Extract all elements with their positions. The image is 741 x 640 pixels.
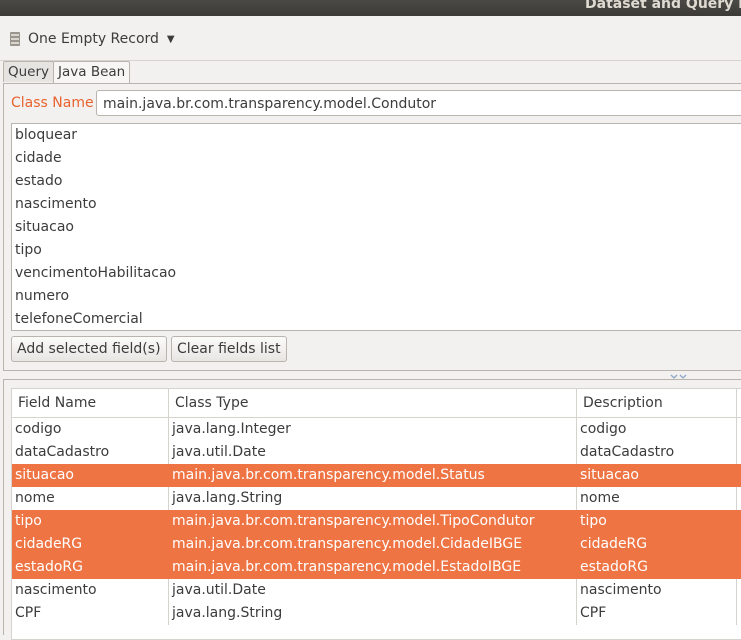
tab-query[interactable]: Query xyxy=(3,61,55,82)
table-row[interactable]: estadoRG main.java.br.com.transparency.mo… xyxy=(12,556,741,579)
java-bean-panel: Class Name main.java.br.com.transparency… xyxy=(3,83,741,371)
table-row[interactable]: tipo main.java.br.com.transparency.model.… xyxy=(12,510,741,533)
splitter-handle-icon[interactable] xyxy=(668,370,692,379)
class-type-cell: java.lang.Integer xyxy=(169,418,577,441)
table-row[interactable]: nome java.lang.String nome xyxy=(12,487,741,510)
description-cell: codigo xyxy=(577,418,737,441)
tab-java-bean[interactable]: Java Bean xyxy=(53,61,131,83)
description-cell: estadoRG xyxy=(577,556,737,579)
record-label: One Empty Record xyxy=(28,31,159,47)
class-name-input[interactable]: main.java.br.com.transparency.model.Cond… xyxy=(96,90,741,116)
description-cell: nascimento xyxy=(577,579,737,602)
class-name-label: Class Name xyxy=(11,95,94,111)
field-name-cell: situacao xyxy=(12,464,169,487)
column-header-field-name[interactable]: Field Name xyxy=(12,389,169,417)
dataset-tabs: Query Java Bean xyxy=(3,61,131,83)
description-cell: nome xyxy=(577,487,737,510)
field-name-cell: nome xyxy=(12,487,169,510)
window-titlebar: Dataset and Query Dialog xyxy=(0,0,741,16)
class-type-cell: main.java.br.com.transparency.model.Stat… xyxy=(169,464,577,487)
class-type-cell: main.java.br.com.transparency.model.Cida… xyxy=(169,533,577,556)
class-type-cell: main.java.br.com.transparency.model.Esta… xyxy=(169,556,577,579)
field-name-cell: codigo xyxy=(12,418,169,441)
list-item[interactable]: bloquear xyxy=(12,124,741,147)
caret-down-icon: ▼ xyxy=(166,33,175,45)
description-cell: tipo xyxy=(577,510,737,533)
field-name-cell: cidadeRG xyxy=(12,533,169,556)
field-name-cell: tipo xyxy=(12,510,169,533)
window-title: Dataset and Query Dialog xyxy=(585,0,741,12)
class-type-cell: java.lang.String xyxy=(169,487,577,510)
class-type-cell: java.util.Date xyxy=(169,579,577,602)
class-type-cell: main.java.br.com.transparency.model.Tipo… xyxy=(169,510,577,533)
list-item[interactable]: telefoneComercial xyxy=(12,308,741,330)
toolbar: One Empty Record ▼ xyxy=(0,16,741,61)
clear-fields-list-button[interactable]: Clear fields list xyxy=(171,336,287,362)
description-cell: cidadeRG xyxy=(577,533,737,556)
list-item[interactable]: tipo xyxy=(12,239,741,262)
description-cell: CPF xyxy=(577,602,737,625)
list-item[interactable]: situacao xyxy=(12,216,741,239)
record-dropdown-button[interactable]: One Empty Record ▼ xyxy=(8,28,175,50)
bean-properties-list[interactable]: bloquear cidade estado nascimento situacao ti… xyxy=(11,123,741,331)
list-item[interactable]: numero xyxy=(12,285,741,308)
table-row[interactable]: codigo java.lang.Integer codigo xyxy=(12,418,741,441)
database-icon xyxy=(8,31,22,47)
add-selected-fields-button[interactable]: Add selected field(s) xyxy=(11,336,167,362)
class-type-cell: java.util.Date xyxy=(169,441,577,464)
table-row[interactable]: CPF java.lang.String CPF xyxy=(12,602,741,625)
field-name-cell: nascimento xyxy=(12,579,169,602)
field-name-cell: dataCadastro xyxy=(12,441,169,464)
column-header-class-type[interactable]: Class Type xyxy=(169,389,577,417)
column-header-description[interactable]: Description xyxy=(577,389,737,417)
class-type-cell: java.lang.String xyxy=(169,602,577,625)
list-item[interactable]: nascimento xyxy=(12,193,741,216)
list-item[interactable]: estado xyxy=(12,170,741,193)
table-row[interactable]: dataCadastro java.util.Date dataCadastro xyxy=(12,441,741,464)
description-cell: dataCadastro xyxy=(577,441,737,464)
field-name-cell: estadoRG xyxy=(12,556,169,579)
table-header: Field Name Class Type Description xyxy=(12,389,741,418)
list-item[interactable]: vencimentoHabilitacao xyxy=(12,262,741,285)
description-cell: situacao xyxy=(577,464,737,487)
fields-table[interactable]: Field Name Class Type Description codigo… xyxy=(11,388,741,640)
table-row[interactable]: cidadeRG main.java.br.com.transparency.mo… xyxy=(12,533,741,556)
table-row[interactable]: nascimento java.util.Date nascimento xyxy=(12,579,741,602)
list-item[interactable]: cidade xyxy=(12,147,741,170)
table-row[interactable]: situacao main.java.br.com.transparency.mo… xyxy=(12,464,741,487)
field-name-cell: CPF xyxy=(12,602,169,625)
fields-table-panel: Field Name Class Type Description codigo… xyxy=(3,379,741,640)
